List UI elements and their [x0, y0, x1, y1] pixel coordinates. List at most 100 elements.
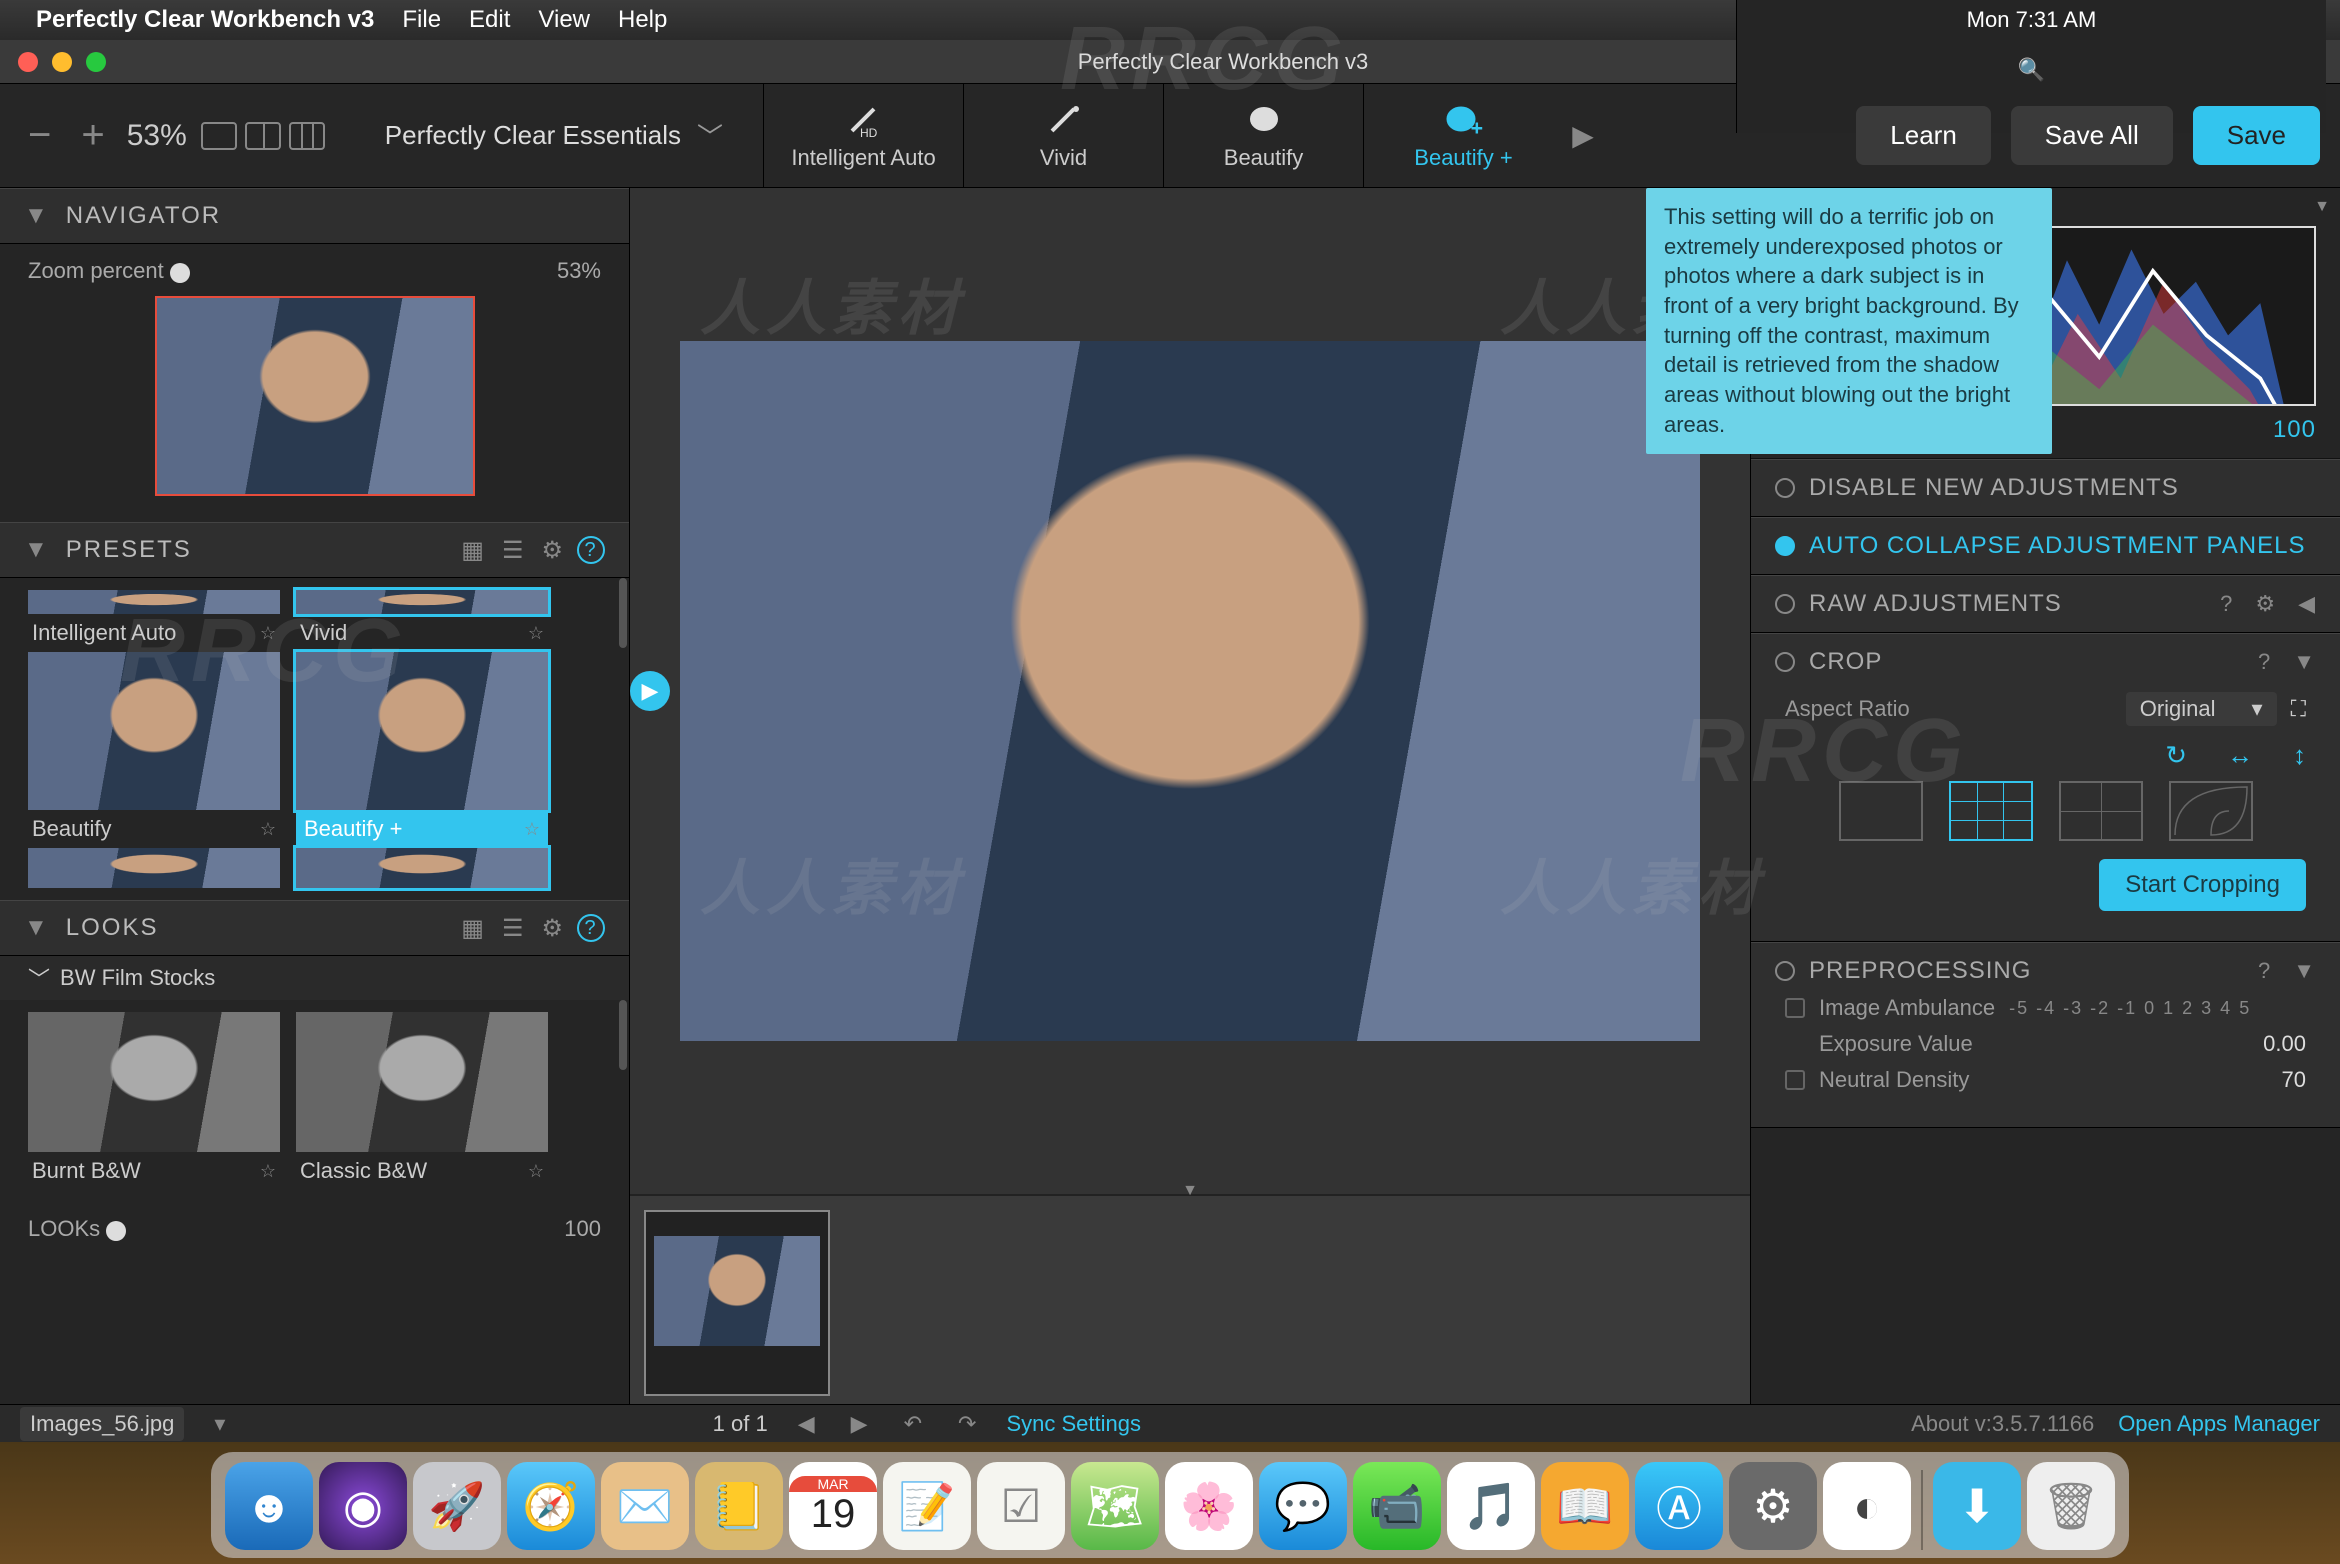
dock-mail-icon[interactable]: ✉️	[601, 1462, 689, 1550]
view-single-icon[interactable]	[201, 122, 237, 150]
start-cropping-button[interactable]: Start Cropping	[2099, 859, 2306, 911]
favorite-icon[interactable]: ☆	[260, 819, 276, 840]
main-image[interactable]	[680, 341, 1700, 1041]
dock-itunes-icon[interactable]: 🎵	[1447, 1462, 1535, 1550]
tabs-scroll-right[interactable]: ▶	[1563, 84, 1603, 187]
view-split-icon[interactable]	[245, 122, 281, 150]
tab-vivid[interactable]: Vivid	[963, 84, 1163, 187]
checkbox[interactable]	[1785, 1070, 1805, 1090]
checkbox[interactable]	[1785, 998, 1805, 1018]
radio-off-icon[interactable]	[1775, 594, 1795, 614]
list-view-icon[interactable]: ☰	[502, 914, 526, 943]
dock-safari-icon[interactable]: 🧭	[507, 1462, 595, 1550]
menubar-clock[interactable]: Mon 7:31 AM	[1967, 7, 2097, 33]
zoom-in-button[interactable]: +	[73, 113, 112, 158]
favorite-icon[interactable]: ☆	[528, 1161, 544, 1182]
dock-trash-icon[interactable]: 🗑	[2027, 1462, 2115, 1550]
crop-tool-icon[interactable]: ⛶	[2291, 696, 2306, 722]
collapse-left-icon[interactable]: ◀	[2298, 591, 2316, 617]
minimize-window-button[interactable]	[52, 52, 72, 72]
dock-launchpad-icon[interactable]: 🚀	[413, 1462, 501, 1550]
favorite-icon[interactable]: ☆	[260, 623, 276, 644]
looks-group-header[interactable]: ﹀ BW Film Stocks	[0, 956, 629, 1000]
preset-dropdown[interactable]: Perfectly Clear Essentials ﹀	[345, 84, 763, 187]
scrollbar-thumb[interactable]	[619, 1000, 627, 1070]
favorite-icon[interactable]: ☆	[260, 1161, 276, 1182]
grid-view-icon[interactable]: ▦	[461, 914, 486, 943]
save-all-button[interactable]: Save All	[2011, 106, 2173, 165]
help-icon[interactable]: ?	[577, 536, 605, 564]
filmstrip-thumbnail[interactable]	[644, 1210, 830, 1396]
zoom-out-button[interactable]: −	[20, 113, 59, 158]
chevron-down-icon[interactable]: ▼	[2293, 649, 2316, 675]
tab-intelligent-auto[interactable]: HD Intelligent Auto	[763, 84, 963, 187]
crop-grid-none[interactable]	[1839, 781, 1923, 841]
dock-reminders-icon[interactable]: ☑︎	[977, 1462, 1065, 1550]
tab-beautify[interactable]: Beautify	[1163, 84, 1363, 187]
crop-grid-thirds[interactable]	[1949, 781, 2033, 841]
crop-grid-golden[interactable]	[2169, 781, 2253, 841]
sync-settings-button[interactable]: Sync Settings	[1006, 1411, 1141, 1437]
crop-grid-half[interactable]	[2059, 781, 2143, 841]
menu-view[interactable]: View	[538, 6, 590, 34]
presets-header[interactable]: ▼ PRESETS ▦ ☰ ⚙ ?	[0, 522, 629, 578]
zoom-window-button[interactable]	[86, 52, 106, 72]
dock-preferences-icon[interactable]: ⚙	[1729, 1462, 1817, 1550]
menu-file[interactable]: File	[402, 6, 441, 34]
undo-button[interactable]: ↶	[898, 1411, 928, 1437]
dock-calendar-icon[interactable]: MAR19	[789, 1462, 877, 1550]
favorite-icon[interactable]: ☆	[528, 623, 544, 644]
dock-app-icon[interactable]: ◐	[1823, 1462, 1911, 1550]
rotate-icon[interactable]: ↻	[2165, 740, 2187, 771]
preset-card-active[interactable]: Vivid☆ Beautify +☆	[296, 590, 548, 888]
chevron-down-icon[interactable]: ▼	[2293, 958, 2316, 984]
favorite-icon[interactable]: ☆	[524, 819, 540, 840]
dock-ibooks-icon[interactable]: 📖	[1541, 1462, 1629, 1550]
dock-maps-icon[interactable]: 🗺	[1071, 1462, 1159, 1550]
app-name[interactable]: Perfectly Clear Workbench v3	[36, 6, 374, 34]
gear-icon[interactable]: ⚙	[2255, 591, 2276, 617]
close-window-button[interactable]	[18, 52, 38, 72]
learn-button[interactable]: Learn	[1856, 106, 1991, 165]
dock-notes-icon[interactable]: 📝	[883, 1462, 971, 1550]
flip-horizontal-icon[interactable]: ↔	[2227, 740, 2253, 771]
chevron-down-icon[interactable]: ▾	[208, 1411, 231, 1437]
navigator-header[interactable]: ▼ NAVIGATOR	[0, 188, 629, 244]
aspect-ratio-dropdown[interactable]: Original▾	[2126, 692, 2277, 726]
dock-siri-icon[interactable]: ◉	[319, 1462, 407, 1550]
open-apps-manager-button[interactable]: Open Apps Manager	[2118, 1411, 2320, 1437]
help-icon[interactable]: ?	[577, 914, 605, 942]
radio-off-icon[interactable]	[1775, 961, 1795, 981]
radio-off-icon[interactable]	[1775, 652, 1795, 672]
looks-header[interactable]: ▼ LOOKS ▦ ☰ ⚙ ?	[0, 900, 629, 956]
dock-contacts-icon[interactable]: 📒	[695, 1462, 783, 1550]
play-preview-icon[interactable]: ▶	[630, 671, 670, 711]
save-button[interactable]: Save	[2193, 106, 2320, 165]
grid-view-icon[interactable]: ▦	[461, 536, 486, 565]
radio-on-icon[interactable]	[1775, 536, 1795, 556]
next-image-button[interactable]: ▶	[845, 1411, 874, 1437]
panel-collapse-icon[interactable]: ▼	[2314, 198, 2330, 216]
list-view-icon[interactable]: ☰	[502, 536, 526, 565]
view-triple-icon[interactable]	[289, 122, 325, 150]
prev-image-button[interactable]: ◀	[792, 1411, 821, 1437]
menu-edit[interactable]: Edit	[469, 6, 510, 34]
dock-finder-icon[interactable]: ☻	[225, 1462, 313, 1550]
redo-button[interactable]: ↷	[952, 1411, 982, 1437]
dock-downloads-icon[interactable]: ⬇	[1933, 1462, 2021, 1550]
look-card[interactable]: Classic B&W☆	[296, 1012, 548, 1190]
scrollbar-thumb[interactable]	[619, 578, 627, 648]
menu-help[interactable]: Help	[618, 6, 667, 34]
navigator-thumbnail[interactable]	[155, 296, 475, 496]
dock-facetime-icon[interactable]: 📹	[1353, 1462, 1441, 1550]
help-icon[interactable]: ?	[2258, 958, 2271, 984]
gear-icon[interactable]: ⚙	[541, 914, 565, 943]
look-card[interactable]: Burnt B&W☆	[28, 1012, 280, 1190]
dock-appstore-icon[interactable]: Ⓐ	[1635, 1462, 1723, 1550]
dock-messages-icon[interactable]: 💬	[1259, 1462, 1347, 1550]
tab-beautify-plus[interactable]: + Beautify +	[1363, 84, 1563, 187]
flip-vertical-icon[interactable]: ↕	[2293, 740, 2306, 771]
gear-icon[interactable]: ⚙	[541, 536, 565, 565]
help-icon[interactable]: ?	[2258, 649, 2271, 675]
preset-card[interactable]: Intelligent Auto☆ Beautify☆	[28, 590, 280, 888]
